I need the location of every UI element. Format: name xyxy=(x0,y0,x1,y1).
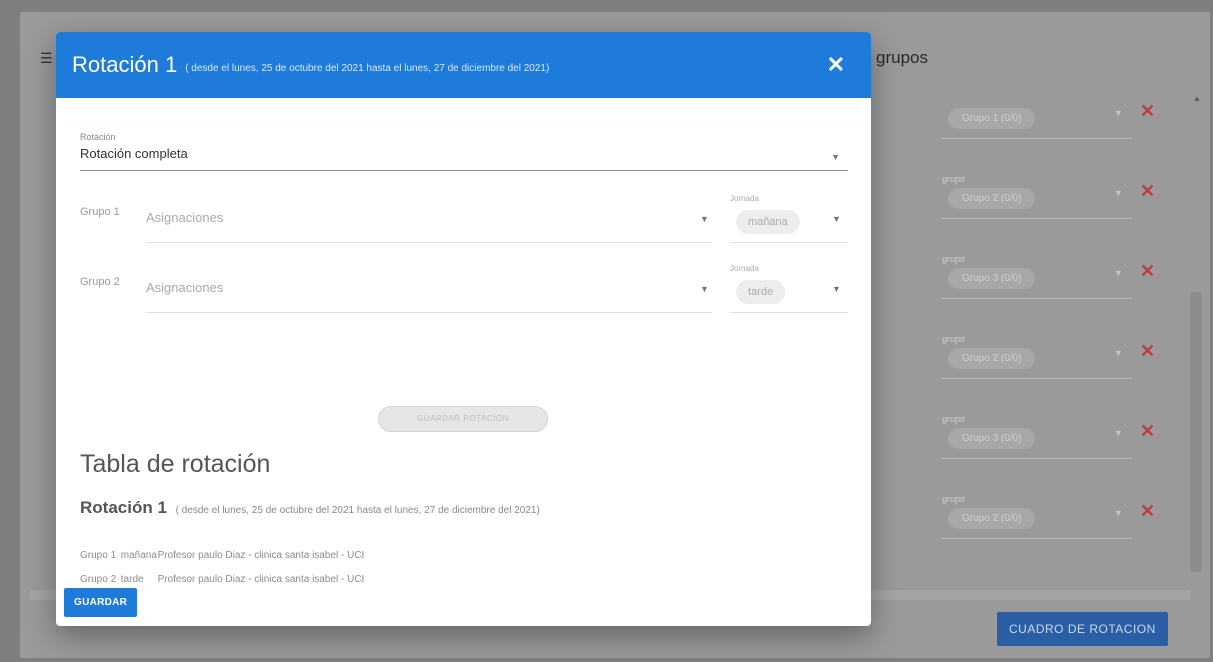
assignments-select[interactable]: Asignaciones xyxy=(146,210,223,225)
field-underline xyxy=(942,378,1132,379)
table-row: Grupo 1 mañana Profesor paulo Diaz - cli… xyxy=(80,550,364,561)
group-field-label: grupo xyxy=(942,174,966,184)
dialog-title: Rotación 1 xyxy=(72,52,178,77)
dialog-subtitle: ( desde el lunes, 25 de octubre del 2021… xyxy=(185,62,550,74)
shift-chip[interactable]: mañana xyxy=(736,210,800,234)
group-row: grupo Grupo 2 (0/0) ▼ ✕ xyxy=(930,332,1170,412)
menu-icon[interactable]: ☰ xyxy=(40,50,53,67)
field-underline xyxy=(942,538,1132,539)
group-assignment-row: Grupo 1 Asignaciones ▼ Jornada mañana ▼ xyxy=(80,194,848,250)
group-row: grupo Grupo 2 (0/0) ▼ ✕ xyxy=(930,492,1170,572)
table-cell-detail: Profesor paulo Diaz - clinica santa isab… xyxy=(157,574,365,585)
table-cell-group: Grupo 1 xyxy=(80,550,117,561)
chevron-down-icon[interactable]: ▼ xyxy=(1114,108,1123,118)
field-underline xyxy=(730,242,848,243)
table-row: Grupo 2 tarde Profesor paulo Diaz - clin… xyxy=(80,574,364,585)
shift-chip[interactable]: tarde xyxy=(736,280,786,304)
rotation-select-label: Rotación xyxy=(80,132,116,142)
vertical-scrollbar[interactable]: ▲ xyxy=(1190,92,1202,587)
chevron-down-icon[interactable]: ▼ xyxy=(831,152,840,162)
group-field-label: grupo xyxy=(942,334,966,344)
group-row: grupo Grupo 3 (0/0) ▼ ✕ xyxy=(930,412,1170,492)
chevron-down-icon[interactable]: ▼ xyxy=(1114,428,1123,438)
table-cell-detail: Profesor paulo Diaz - clinica santa isab… xyxy=(157,550,365,561)
field-underline xyxy=(80,170,848,171)
group-row: grupo Grupo 2 (0/0) ▼ ✕ xyxy=(930,172,1170,252)
close-icon[interactable]: ✕ xyxy=(817,52,855,78)
group-row: grupo Grupo 3 (0/0) ▼ ✕ xyxy=(930,252,1170,332)
group-row: Grupo 1 (0/0) ▼ ✕ xyxy=(930,92,1170,172)
chevron-down-icon[interactable]: ▼ xyxy=(1114,508,1123,518)
save-button[interactable]: GUARDAR xyxy=(64,588,138,617)
dialog-body: Rotación Rotación completa ▼ Grupo 1 Asi… xyxy=(56,98,871,626)
group-name: Grupo 1 xyxy=(80,206,120,218)
chevron-down-icon[interactable]: ▼ xyxy=(832,214,841,224)
chevron-down-icon[interactable]: ▼ xyxy=(700,284,709,294)
remove-icon[interactable]: ✕ xyxy=(1140,261,1155,282)
shift-label: Jornada xyxy=(730,194,759,203)
rotation-select-value: Rotación completa xyxy=(80,146,188,161)
chevron-down-icon[interactable]: ▼ xyxy=(1114,268,1123,278)
rotation-table-heading: Rotación 1 ( desde el lunes, 25 de octub… xyxy=(80,498,540,518)
group-chip[interactable]: Grupo 2 (0/0) xyxy=(948,508,1036,529)
remove-icon[interactable]: ✕ xyxy=(1140,501,1155,522)
rotation-dialog: Rotación 1 ( desde el lunes, 25 de octub… xyxy=(56,32,871,626)
remove-icon[interactable]: ✕ xyxy=(1140,181,1155,202)
field-underline xyxy=(942,138,1132,139)
group-chip[interactable]: Grupo 2 (0/0) xyxy=(948,348,1036,369)
chevron-down-icon[interactable]: ▼ xyxy=(1114,348,1123,358)
remove-icon[interactable]: ✕ xyxy=(1140,101,1155,122)
scrollbar-thumb[interactable] xyxy=(1190,292,1202,572)
field-underline xyxy=(942,458,1132,459)
dialog-header: Rotación 1 ( desde el lunes, 25 de octub… xyxy=(56,32,871,98)
save-rotation-button[interactable]: GUARDAR ROTACION xyxy=(378,406,548,432)
group-chip[interactable]: Grupo 2 (0/0) xyxy=(948,188,1036,209)
groups-title: grupos xyxy=(876,48,928,67)
field-underline xyxy=(942,218,1132,219)
chevron-down-icon[interactable]: ▼ xyxy=(700,214,709,224)
field-underline xyxy=(730,312,848,313)
table-cell-shift: tarde xyxy=(120,574,144,585)
rotation-select[interactable]: Rotación Rotación completa ▼ xyxy=(80,132,848,171)
scroll-up-icon[interactable]: ▲ xyxy=(1193,94,1201,103)
group-field-label: grupo xyxy=(942,414,966,424)
field-underline xyxy=(942,298,1132,299)
rotation-table-heading-subtitle: ( desde el lunes, 25 de octubre del 2021… xyxy=(175,505,540,516)
field-underline xyxy=(146,242,712,243)
group-assignment-row: Grupo 2 Asignaciones ▼ Jornada tarde ▼ xyxy=(80,264,848,320)
group-name: Grupo 2 xyxy=(80,276,120,288)
groups-list: Grupo 1 (0/0) ▼ ✕ grupo Grupo 2 (0/0) ▼ … xyxy=(930,92,1170,572)
rotation-table-heading-title: Rotación 1 xyxy=(80,498,167,517)
cuadro-rotacion-button[interactable]: CUADRO DE ROTACION xyxy=(997,612,1168,646)
table-cell-shift: mañana xyxy=(120,550,157,561)
remove-icon[interactable]: ✕ xyxy=(1140,341,1155,362)
group-chip[interactable]: Grupo 3 (0/0) xyxy=(948,268,1036,289)
chevron-down-icon[interactable]: ▼ xyxy=(832,284,841,294)
remove-icon[interactable]: ✕ xyxy=(1140,421,1155,442)
group-field-label: grupo xyxy=(942,254,966,264)
assignments-select[interactable]: Asignaciones xyxy=(146,280,223,295)
rotation-table-title: Tabla de rotación xyxy=(80,450,271,478)
table-cell-group: Grupo 2 xyxy=(80,574,117,585)
group-field-label: grupo xyxy=(942,494,966,504)
field-underline xyxy=(146,312,712,313)
shift-label: Jornada xyxy=(730,264,759,273)
group-chip[interactable]: Grupo 3 (0/0) xyxy=(948,428,1036,449)
group-chip[interactable]: Grupo 1 (0/0) xyxy=(948,108,1036,129)
chevron-down-icon[interactable]: ▼ xyxy=(1114,188,1123,198)
